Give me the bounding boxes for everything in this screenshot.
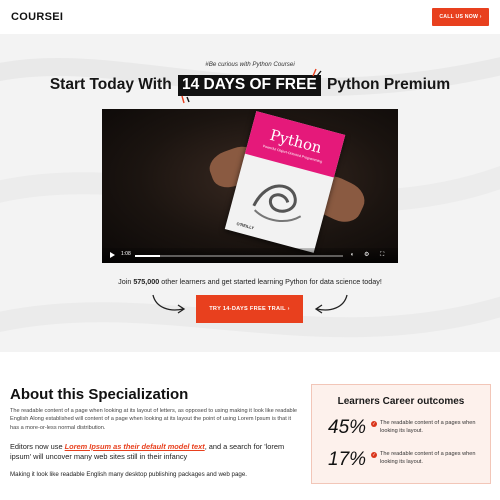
snake-illustration xyxy=(252,184,302,223)
join-text-end: other learners and get started learning … xyxy=(159,277,382,286)
stat-value: 17% xyxy=(328,449,367,470)
top-nav: COURSEI CALL US NOW › xyxy=(0,0,500,34)
headline-text-end: Python Premium xyxy=(326,76,451,93)
check-icon: ✓ xyxy=(371,421,377,427)
fullscreen-icon[interactable]: ⛶ xyxy=(380,251,384,259)
hero-tagline: #Be curious with Python Coursei xyxy=(205,61,295,68)
about-paragraph: The readable content of a page when look… xyxy=(10,408,298,431)
free-trial-button[interactable]: TRY 14-DAYS FREE TRAIL › xyxy=(196,295,303,323)
about-paragraph-emphasis: Editors now use Lorem Ipsum as their def… xyxy=(10,442,300,462)
video-time: 1:08 xyxy=(121,251,131,257)
curved-arrow-icon xyxy=(152,294,186,314)
check-icon: ✓ xyxy=(371,452,377,458)
about-paragraph: Making it look like readable English man… xyxy=(10,471,247,478)
headline-highlight: 14 DAYS OF FREE xyxy=(178,75,321,96)
hero-headline: Start Today With 14 DAYS OF FREE Python … xyxy=(0,75,500,96)
stat-value: 45% xyxy=(328,417,367,438)
video-controls: 1:08 ◖ ⚙ ⛶ xyxy=(102,248,398,263)
settings-icon[interactable]: ⚙ xyxy=(364,251,369,259)
play-icon[interactable] xyxy=(110,252,115,258)
about-text-start: Editors now use xyxy=(10,442,65,451)
hero-section: #Be curious with Python Coursei Start To… xyxy=(0,34,500,352)
learner-count: 575,000 xyxy=(133,277,160,286)
book-publisher: O'REILLY xyxy=(235,220,255,231)
join-text-start: Join xyxy=(118,277,134,286)
spark-icon xyxy=(312,68,322,77)
video-player[interactable]: Python Powerful Object-Oriented Programm… xyxy=(102,109,398,263)
stat-description: The readable content of a pages when loo… xyxy=(380,451,476,465)
about-heading: About this Specialization xyxy=(10,386,189,403)
career-heading: Learners Career outcomes xyxy=(337,396,465,407)
video-progress-fill xyxy=(135,254,160,257)
video-progress-track[interactable] xyxy=(135,254,343,257)
site-logo[interactable]: COURSEI xyxy=(11,11,63,23)
career-outcomes-card: Learners Career outcomes 45% ✓ The reada… xyxy=(311,384,491,484)
join-text: Join 575,000 other learners and get star… xyxy=(0,277,500,286)
emphasis-link[interactable]: Lorem Ipsum as their default model text xyxy=(65,442,205,451)
stat-description: The readable content of a pages when loo… xyxy=(380,420,476,434)
spark-icon xyxy=(181,95,190,104)
call-us-button[interactable]: CALL US NOW › xyxy=(432,8,489,26)
volume-icon[interactable]: ◖ xyxy=(350,251,354,259)
curved-arrow-icon xyxy=(314,294,348,314)
headline-text-start: Start Today With xyxy=(49,76,172,93)
